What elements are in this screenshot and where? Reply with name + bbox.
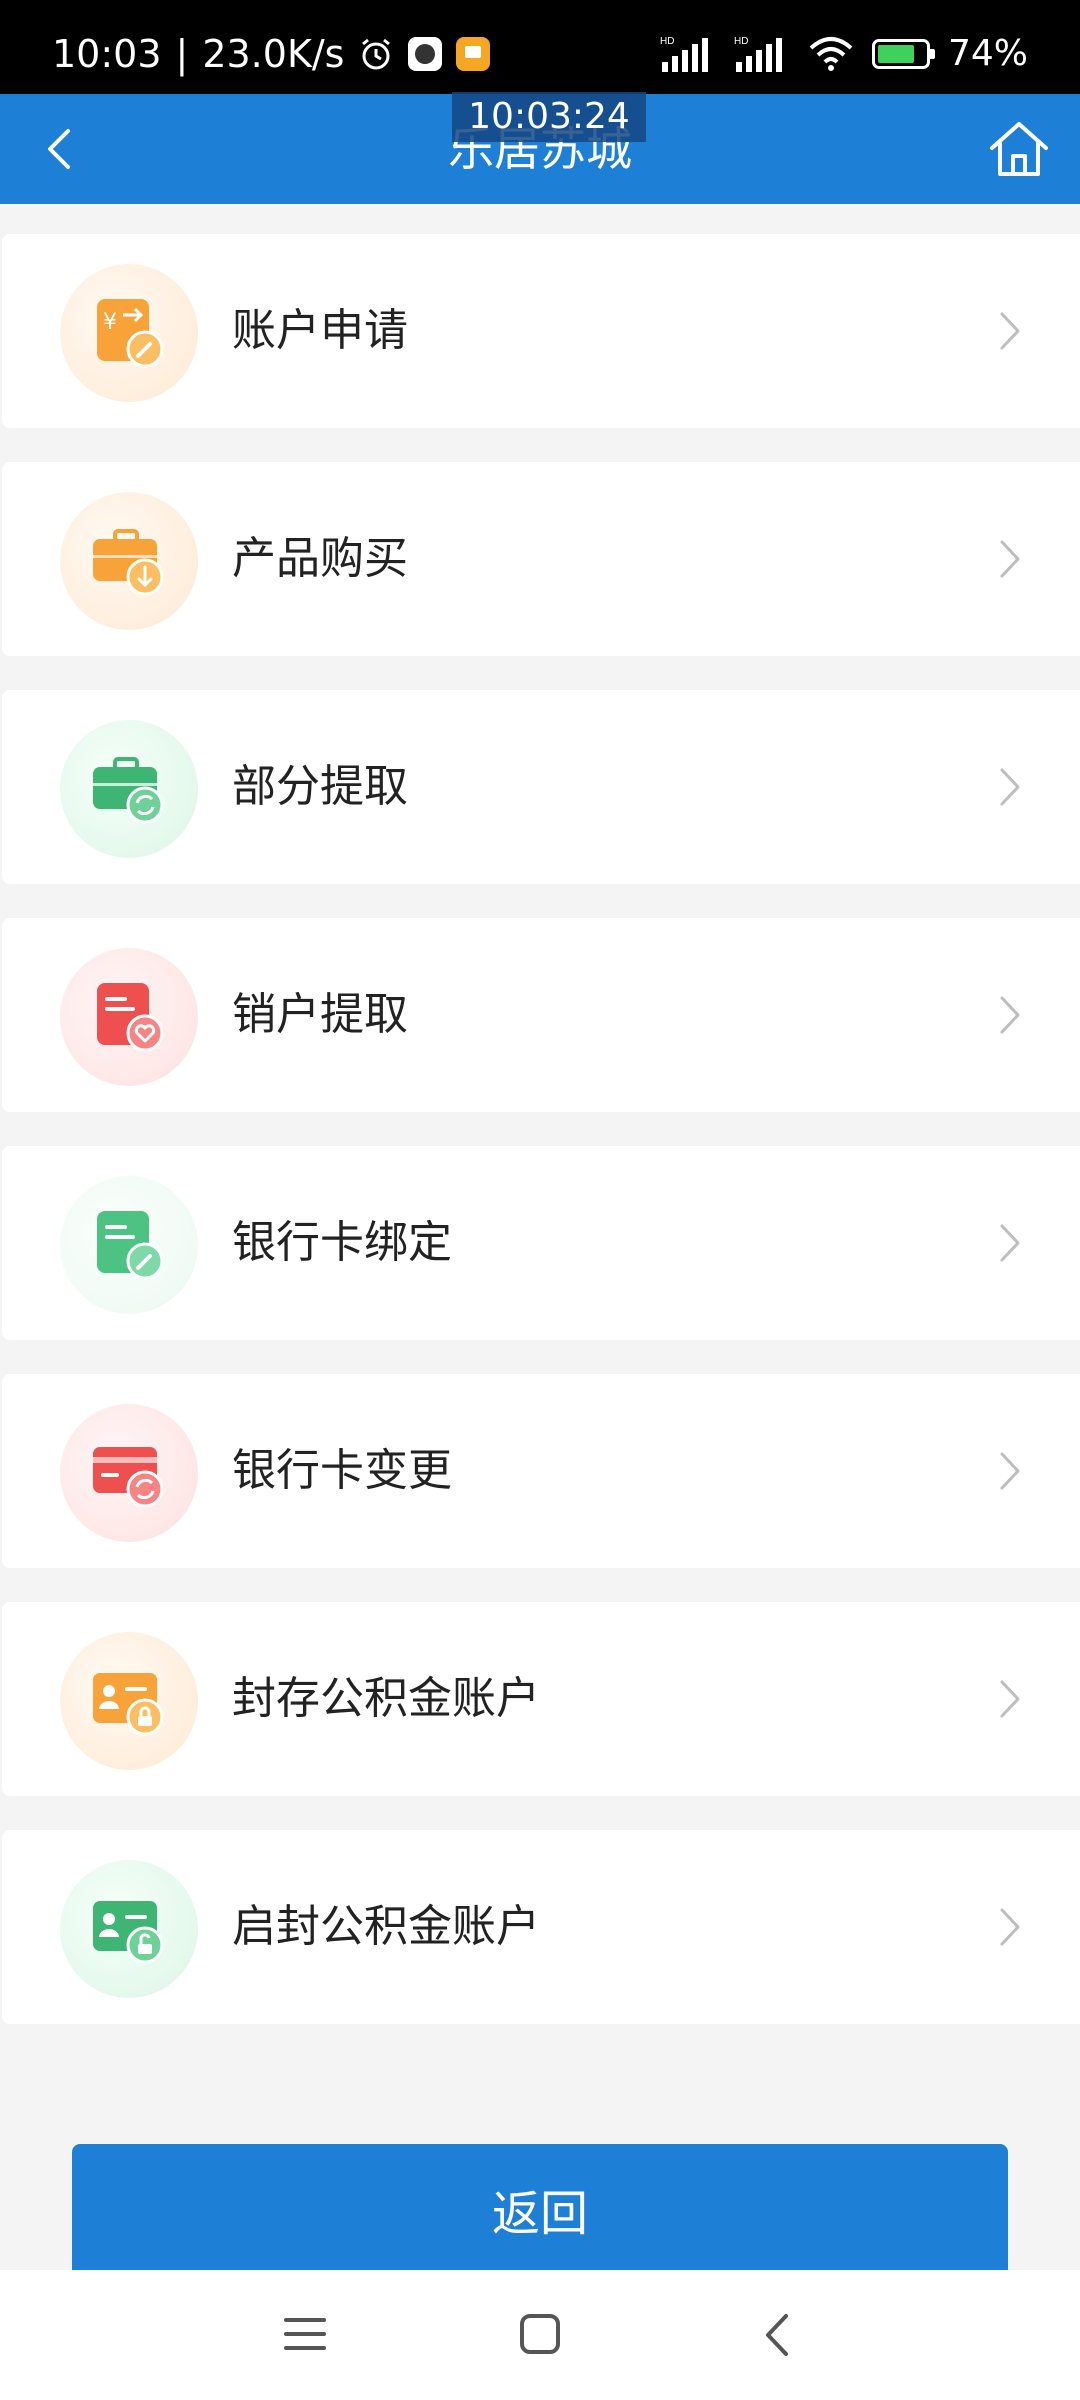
message-notification-icon [456,37,491,71]
menu-item-bank-card-change[interactable]: 银行卡变更 [2,1374,1080,1568]
signal-icon: HD [660,36,708,72]
chevron-right-icon [1000,1680,1020,1718]
status-time: 10:03 [52,32,162,76]
menu-item-label: 银行卡绑定 [232,1217,452,1268]
system-nav-bar [0,2270,1080,2400]
menu-item-seal-fund-account[interactable]: 封存公积金账户 [2,1602,1080,1796]
seal-fund-account-icon [60,1632,198,1770]
chevron-right-icon [1000,768,1020,806]
signal-label: HD [660,36,674,47]
menu-item-label: 产品购买 [232,533,408,584]
close-account-withdraw-icon [60,948,198,1086]
return-button-label: 返回 [491,2186,588,2242]
battery-icon [871,39,935,69]
chevron-right-icon [1000,312,1020,350]
signal-icon-2: HD [734,36,782,72]
back-icon[interactable] [758,2310,798,2360]
battery-percent: 74% [947,33,1028,74]
chevron-right-icon [1000,540,1020,578]
menu-item-account-apply[interactable]: ¥ 账户申请 [2,234,1080,428]
status-right: HD HD 74% [660,30,1028,78]
account-apply-icon: ¥ [60,264,198,402]
menu-item-label: 账户申请 [232,305,408,356]
unseal-fund-account-icon [60,1860,198,1998]
chevron-right-icon [1000,996,1020,1034]
wifi-icon [809,37,853,71]
network-speed: 23.0K/s [202,32,345,76]
status-left: 10:03 | 23.0K/s [52,30,491,78]
bank-card-bind-icon [60,1176,198,1314]
alarm-icon [362,38,391,70]
menu-icon[interactable] [282,2314,328,2354]
app-notification-icon [408,37,443,71]
svg-text:¥: ¥ [103,310,117,335]
product-purchase-icon [60,492,198,630]
menu-item-product-purchase[interactable]: 产品购买 [2,462,1080,656]
menu-item-close-account-withdraw[interactable]: 销户提取 [2,918,1080,1112]
menu-item-unseal-fund-account[interactable]: 启封公积金账户 [2,1830,1080,2024]
screen-recorder-time: 10:03:24 [452,92,646,142]
return-button[interactable]: 返回 [72,2144,1008,2284]
menu-item-label: 银行卡变更 [232,1445,452,1496]
menu-item-bank-card-bind[interactable]: 银行卡绑定 [2,1146,1080,1340]
status-bar: 10:03 | 23.0K/s HD HD 74% [0,0,1080,94]
menu-item-label: 部分提取 [232,761,408,812]
menu-item-label: 封存公积金账户 [232,1673,540,1724]
home-square-icon[interactable] [518,2312,562,2356]
status-divider: | [175,32,189,76]
menu-item-partial-withdraw[interactable]: 部分提取 [2,690,1080,884]
signal-label-2: HD [734,36,748,47]
menu-item-label: 销户提取 [232,989,408,1040]
menu-item-label: 启封公积金账户 [232,1901,540,1952]
chevron-right-icon [1000,1908,1020,1946]
chevron-right-icon [1000,1452,1020,1490]
partial-withdraw-icon [60,720,198,858]
chevron-right-icon [1000,1224,1020,1262]
home-icon[interactable] [986,116,1052,182]
bank-card-change-icon [60,1404,198,1542]
